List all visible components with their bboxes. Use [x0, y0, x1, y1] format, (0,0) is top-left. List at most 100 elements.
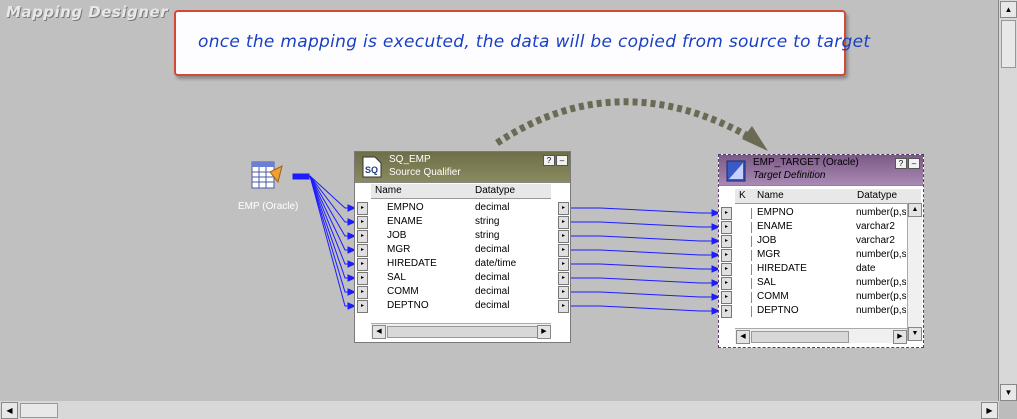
- sq-output-port[interactable]: ▸: [558, 202, 569, 215]
- target-field-name[interactable]: SAL: [757, 277, 776, 291]
- sq-input-port[interactable]: ▸: [357, 258, 368, 271]
- sq-field-name[interactable]: HIREDATE: [387, 258, 437, 272]
- target-field-datatype: varchar2: [856, 235, 895, 246]
- canvas-scroll-down-button[interactable]: ▼: [1000, 384, 1017, 401]
- source-qualifier-subtitle: Source Qualifier: [389, 167, 461, 178]
- target-minimize-button[interactable]: –: [908, 158, 920, 169]
- target-subtitle: Target Definition: [753, 170, 826, 181]
- mapping-canvas[interactable]: Mapping Designer once the mapping is exe…: [0, 0, 999, 402]
- source-links: [292, 173, 357, 310]
- target-field-name[interactable]: DEPTNO: [757, 305, 799, 319]
- sq-col-datatype: Datatype: [475, 185, 516, 196]
- sq-scroll-right-button[interactable]: ▶: [537, 325, 551, 339]
- canvas-vertical-thumb[interactable]: [1001, 20, 1016, 68]
- target-key-cell: [751, 236, 752, 247]
- target-key-cell: [751, 306, 752, 317]
- canvas-scroll-right-button[interactable]: ▶: [981, 402, 998, 419]
- sq-output-port[interactable]: ▸: [558, 286, 569, 299]
- sq-input-port[interactable]: ▸: [357, 300, 368, 313]
- sq-output-port[interactable]: ▸: [558, 244, 569, 257]
- target-field-name[interactable]: MGR: [757, 249, 780, 263]
- sq-horizontal-scrollbar[interactable]: ◀ ▶: [371, 323, 551, 339]
- sq-output-port[interactable]: ▸: [558, 230, 569, 243]
- sq-to-target-link: [570, 249, 720, 256]
- sq-field-datatype: date/time: [475, 258, 517, 269]
- target-vertical-scrollbar[interactable]: ▲ ▼: [907, 203, 922, 341]
- sq-output-port[interactable]: ▸: [558, 258, 569, 271]
- target-input-port[interactable]: ▸: [721, 235, 732, 248]
- sq-field-datatype: decimal: [475, 286, 510, 297]
- sq-input-port[interactable]: ▸: [357, 244, 368, 257]
- target-input-port[interactable]: ▸: [721, 277, 732, 290]
- target-input-port[interactable]: ▸: [721, 249, 732, 262]
- canvas-scroll-up-button[interactable]: ▲: [1000, 1, 1017, 18]
- sq-to-target-link: [570, 235, 720, 242]
- source-label: EMP (Oracle): [238, 201, 299, 212]
- target-key-cell: [751, 292, 752, 303]
- svg-text:SQ: SQ: [365, 165, 378, 175]
- sq-field-name[interactable]: JOB: [387, 230, 406, 244]
- target-field-datatype: number(p,s): [856, 291, 906, 302]
- target-input-port[interactable]: ▸: [721, 305, 732, 318]
- source-qualifier-icon: SQ: [361, 155, 383, 179]
- target-field-name[interactable]: COMM: [757, 291, 789, 305]
- target-field-name[interactable]: EMPNO: [757, 207, 794, 221]
- target-scroll-thumb[interactable]: [751, 331, 849, 343]
- sq-input-port[interactable]: ▸: [357, 202, 368, 215]
- canvas-horizontal-scrollbar[interactable]: ◀ ▶: [0, 401, 999, 419]
- source-definition-icon[interactable]: [250, 158, 286, 194]
- target-field-datatype: date: [856, 263, 876, 274]
- target-input-port[interactable]: ▸: [721, 263, 732, 276]
- target-key-cell: [751, 208, 752, 219]
- target-field-datatype: number(p,s): [856, 305, 906, 316]
- source-to-sq-link: [295, 175, 356, 307]
- canvas-horizontal-thumb[interactable]: [20, 403, 58, 418]
- target-col-key: K: [739, 190, 746, 201]
- target-scroll-left-button[interactable]: ◀: [736, 330, 750, 344]
- target-help-button[interactable]: ?: [895, 158, 907, 169]
- sq-input-port[interactable]: ▸: [357, 216, 368, 229]
- sq-field-name[interactable]: DEPTNO: [387, 300, 429, 314]
- target-horizontal-scrollbar[interactable]: ◀ ▶: [735, 328, 907, 344]
- target-header[interactable]: EMP_TARGET (Oracle) Target Definition ? …: [719, 155, 923, 186]
- sq-field-name[interactable]: MGR: [387, 244, 410, 258]
- sq-help-button[interactable]: ?: [543, 155, 555, 166]
- target-col-name: Name: [757, 190, 784, 201]
- sq-field-name[interactable]: ENAME: [387, 216, 423, 230]
- sq-output-port[interactable]: ▸: [558, 300, 569, 313]
- target-field-name[interactable]: ENAME: [757, 221, 793, 235]
- sq-input-port[interactable]: ▸: [357, 286, 368, 299]
- sq-field-name[interactable]: COMM: [387, 286, 419, 300]
- target-input-port[interactable]: ▸: [721, 221, 732, 234]
- sq-input-port[interactable]: ▸: [357, 272, 368, 285]
- target-definition-box[interactable]: EMP_TARGET (Oracle) Target Definition ? …: [718, 154, 924, 348]
- target-field-name[interactable]: JOB: [757, 235, 776, 249]
- target-scroll-right-button[interactable]: ▶: [893, 330, 907, 344]
- target-scroll-up-button[interactable]: ▲: [908, 203, 922, 217]
- source-qualifier-box[interactable]: SQ SQ_EMP Source Qualifier ? – Name Data…: [354, 151, 571, 343]
- sq-scroll-left-button[interactable]: ◀: [372, 325, 386, 339]
- sq-to-target-link: [570, 207, 720, 214]
- source-qualifier-header[interactable]: SQ SQ_EMP Source Qualifier ? –: [355, 152, 570, 183]
- canvas-scroll-left-button[interactable]: ◀: [1, 402, 18, 419]
- sq-to-target-link: [570, 277, 720, 284]
- sq-field-name[interactable]: SAL: [387, 272, 406, 286]
- sq-scroll-thumb[interactable]: [387, 326, 539, 338]
- target-input-port[interactable]: ▸: [721, 207, 732, 220]
- sq-to-target-link: [570, 221, 720, 228]
- target-scroll-down-button[interactable]: ▼: [908, 327, 922, 341]
- sq-field-datatype: decimal: [475, 272, 510, 283]
- sq-minimize-button[interactable]: –: [556, 155, 568, 166]
- sq-field-name[interactable]: EMPNO: [387, 202, 424, 216]
- sq-field-datatype: string: [475, 230, 500, 241]
- target-input-port[interactable]: ▸: [721, 291, 732, 304]
- sq-output-port[interactable]: ▸: [558, 216, 569, 229]
- canvas-vertical-scrollbar[interactable]: ▲ ▼: [999, 0, 1017, 401]
- target-key-cell: [751, 222, 752, 233]
- target-definition-icon: [725, 158, 747, 182]
- sq-input-port[interactable]: ▸: [357, 230, 368, 243]
- target-field-datatype: varchar2: [856, 221, 895, 232]
- sq-output-port[interactable]: ▸: [558, 272, 569, 285]
- target-field-name[interactable]: HIREDATE: [757, 263, 807, 277]
- source-to-sq-link: [295, 175, 356, 251]
